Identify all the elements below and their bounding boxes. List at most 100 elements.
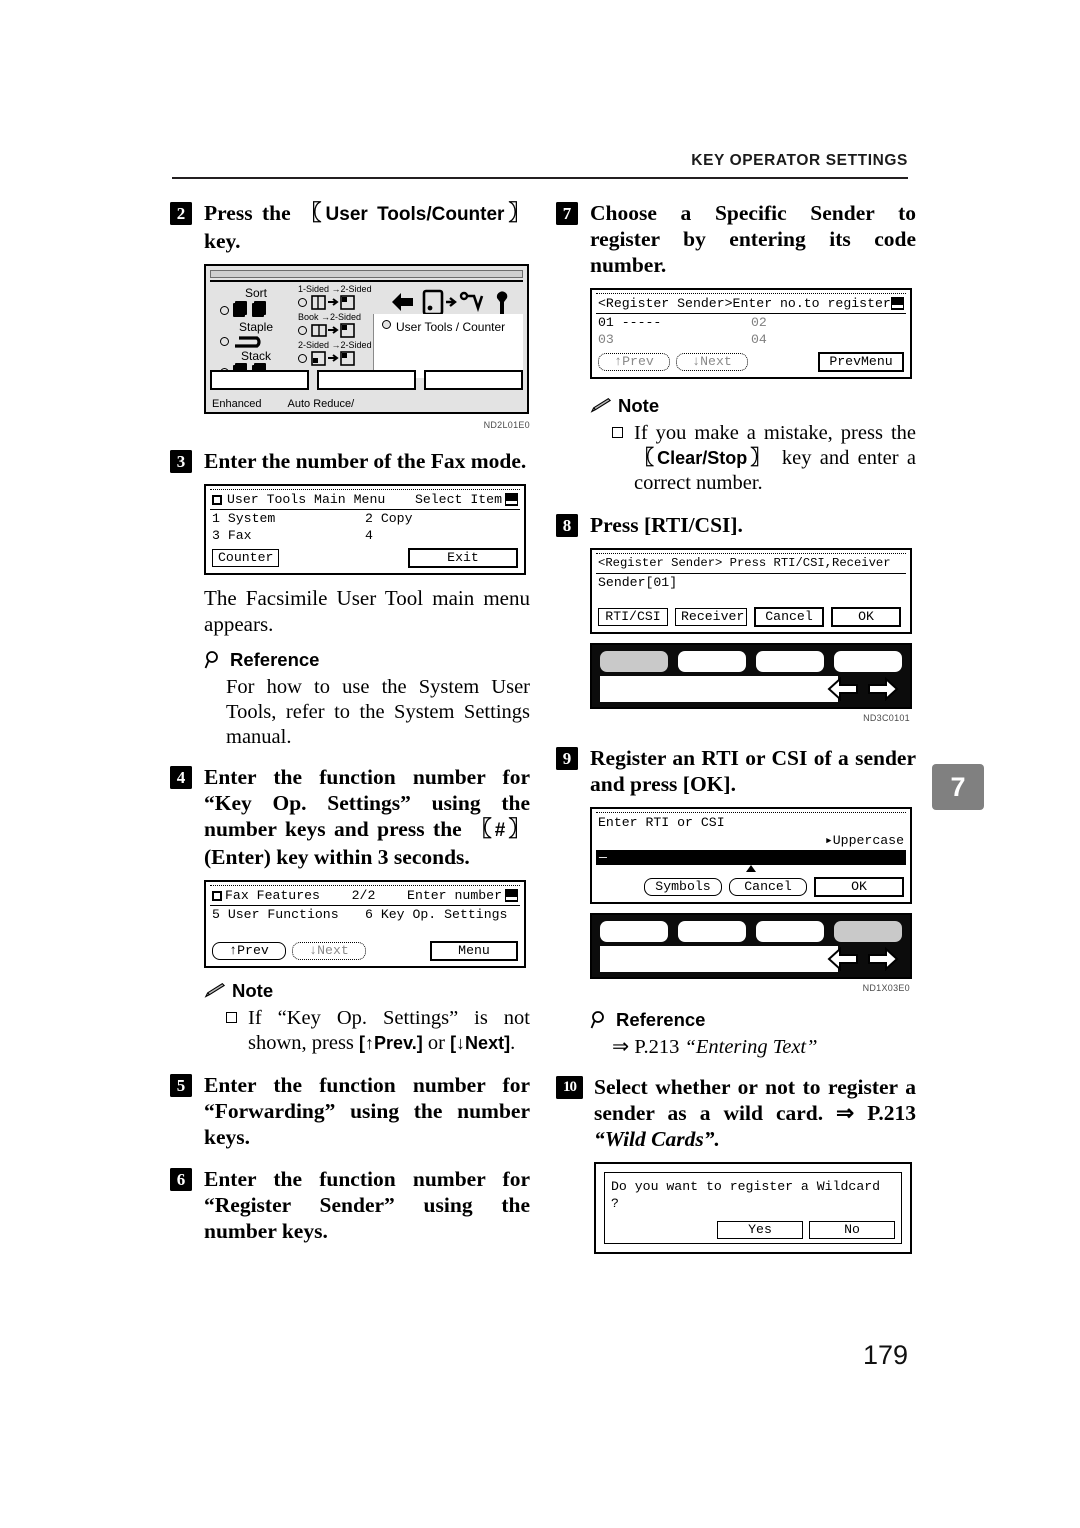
lcd-item-6-key-op-settings[interactable]: 6 Key Op. Settings	[365, 906, 518, 923]
lcd-button-ok[interactable]: OK	[831, 607, 901, 627]
lcd-item-2-copy[interactable]: 2 Copy	[365, 510, 518, 527]
lcd-sender-01[interactable]: 01 -----	[598, 314, 751, 331]
lcd-button-next[interactable]: ↓Next	[676, 353, 748, 371]
lcd-item-5-user-functions[interactable]: 5 User Functions	[212, 906, 365, 923]
step-9-heading: Register an RTI or CSI of a sender and p…	[590, 746, 916, 796]
lcd-button-symbols[interactable]: Symbols	[644, 878, 722, 896]
bullet-square-icon	[226, 1012, 237, 1023]
note-2-label: Note	[618, 395, 660, 416]
left-column: 2 Press the 〖User Tools/Counter〗 key. So…	[170, 200, 530, 1246]
lcd-title-mid: 2/2	[351, 888, 376, 903]
lcd-button-prev[interactable]: ↑Prev	[212, 942, 286, 960]
step-9: 9 Register an RTI or CSI of a sender and…	[556, 745, 916, 993]
soft-key-arrows	[826, 946, 900, 972]
step-10-heading: Select whether or not to register a send…	[556, 1074, 916, 1152]
lcd-enter-rti-csi: Enter RTI or CSI ▸Uppercase — Symbols Ca…	[590, 807, 912, 904]
step-2-number: 2	[170, 202, 192, 225]
step-3: 3 Enter the number of the Fax mode. User…	[170, 448, 530, 637]
step-10-arrow: ⇒	[836, 1101, 855, 1125]
lcd-title-text: Enter RTI or CSI	[598, 815, 725, 830]
lcd-item-3-fax[interactable]: 3 Fax	[212, 527, 365, 544]
lcd-scroll-cursor-icon	[891, 297, 904, 310]
panel-key-2[interactable]	[317, 370, 416, 390]
note-1-heading: Note	[204, 980, 530, 1002]
lcd-button-rti-csi[interactable]: RTI/CSI	[598, 608, 668, 626]
lcd-item-row: 3 Fax 4	[210, 527, 520, 544]
lcd-button-cancel[interactable]: Cancel	[754, 607, 824, 627]
lcd-fax-features-figure: Fax Features 2/2 Enter number 5 User Fun…	[204, 880, 530, 968]
book-to-two-sided-icon	[311, 323, 355, 338]
panel-key-3[interactable]	[424, 370, 523, 390]
soft-key-2[interactable]	[678, 651, 746, 672]
step-2-key: User Tools/Counter	[325, 204, 505, 225]
lcd-button-bar: Symbols Cancel OK	[596, 875, 906, 898]
lcd-button-prevmenu[interactable]: PrevMenu	[818, 352, 904, 372]
lcd-wildcard-dialog: Do you want to register a Wildcard ? Yes…	[594, 1162, 912, 1254]
lcd-item-row: 1 System 2 Copy	[210, 510, 520, 527]
chapter-tab: 7	[932, 764, 984, 810]
lcd-button-ok[interactable]: OK	[814, 877, 904, 897]
lcd-button-cancel[interactable]: Cancel	[729, 878, 807, 896]
sort-icon	[233, 301, 266, 317]
lcd-title-bar: User Tools Main Menu Select Item	[210, 489, 520, 510]
lcd-sender-04[interactable]: 04	[751, 331, 904, 348]
lcd-item-row: 01 ----- 02	[596, 314, 906, 331]
panel-key-1[interactable]	[210, 370, 309, 390]
step-8: 8 Press [RTI/CSI]. <Register Sender> Pre…	[556, 512, 916, 723]
panel-label-1sided-2sided: 1-Sided →2-Sided	[298, 284, 372, 294]
lcd-button-receiver[interactable]: Receiver	[675, 608, 747, 626]
arrow-left-icon[interactable]	[826, 676, 860, 702]
lcd-title-right: Select Item	[414, 492, 502, 507]
note-2-heading: Note	[590, 395, 916, 417]
lcd-button-yes[interactable]: Yes	[717, 1221, 803, 1239]
panel-key-row	[210, 370, 523, 390]
lcd-title-bar: Fax Features 2/2 Enter number	[210, 885, 520, 906]
lcd-item-4[interactable]: 4	[365, 527, 518, 544]
soft-key-3[interactable]	[756, 651, 824, 672]
step-3-number: 3	[170, 450, 192, 473]
arrow-left-icon[interactable]	[826, 946, 860, 972]
figure-code-nd3c0101: ND3C0101	[863, 713, 910, 723]
lcd-title-text: Fax Features	[225, 888, 320, 903]
magnifier-icon	[590, 1011, 604, 1029]
staple-indicator-led	[220, 336, 229, 346]
soft-key-2[interactable]	[678, 921, 746, 942]
soft-key-4[interactable]	[834, 651, 902, 672]
lcd-title-text: User Tools Main Menu	[227, 492, 386, 507]
lcd-button-menu[interactable]: Menu	[430, 941, 518, 961]
lcd-button-prev[interactable]: ↑Prev	[598, 353, 670, 371]
step-4-number: 4	[170, 766, 192, 789]
soft-key-4-selected[interactable]	[834, 921, 902, 942]
user-tools-counter-callout[interactable]: User Tools / Counter	[373, 314, 523, 378]
note-1-text-b: or	[422, 1032, 451, 1054]
reference-2-body: ⇒ P.213 “Entering Text”	[612, 1035, 916, 1060]
lcd-button-next[interactable]: ↓Next	[292, 942, 366, 960]
soft-key-row	[592, 915, 910, 942]
lcd-sender-03[interactable]: 03	[598, 331, 751, 348]
step-5-heading: Enter the function number for “Forwardin…	[204, 1073, 530, 1149]
staple-icon	[235, 336, 261, 348]
soft-key-3[interactable]	[756, 921, 824, 942]
soft-key-1-selected[interactable]	[600, 651, 668, 672]
lcd-item-1-system[interactable]: 1 System	[212, 510, 365, 527]
soft-key-1[interactable]	[600, 921, 668, 942]
lcd-mode-uppercase[interactable]: ▸Uppercase	[825, 833, 904, 848]
lcd-register-sender-enter-no-figure: <Register Sender>Enter no.to register 01…	[590, 288, 916, 379]
arrow-right-icon[interactable]	[866, 676, 900, 702]
step-10: 10 Select whether or not to register a s…	[556, 1074, 916, 1254]
lcd-title-text: <Register Sender>Enter no.to register	[598, 296, 891, 311]
magnifier-icon	[204, 651, 218, 669]
step-2-text-before: Press the	[204, 201, 301, 225]
pencil-icon	[204, 983, 226, 998]
sort-indicator-led	[220, 305, 229, 315]
lcd-button-exit[interactable]: Exit	[408, 548, 518, 568]
lcd-button-counter[interactable]: Counter	[212, 549, 280, 567]
figure-code-nd1x03e0: ND1X03E0	[862, 983, 910, 993]
lcd-button-no[interactable]: No	[809, 1221, 895, 1239]
panel-foot-labels: Enhanced Auto Reduce/	[212, 398, 354, 410]
arrow-right-icon[interactable]	[866, 946, 900, 972]
lcd-sender-02[interactable]: 02	[751, 314, 904, 331]
note-1-label: Note	[232, 980, 274, 1001]
step-4-key: #	[494, 820, 506, 841]
lcd-wildcard-question: Do you want to register a Wildcard ?	[611, 1179, 881, 1211]
